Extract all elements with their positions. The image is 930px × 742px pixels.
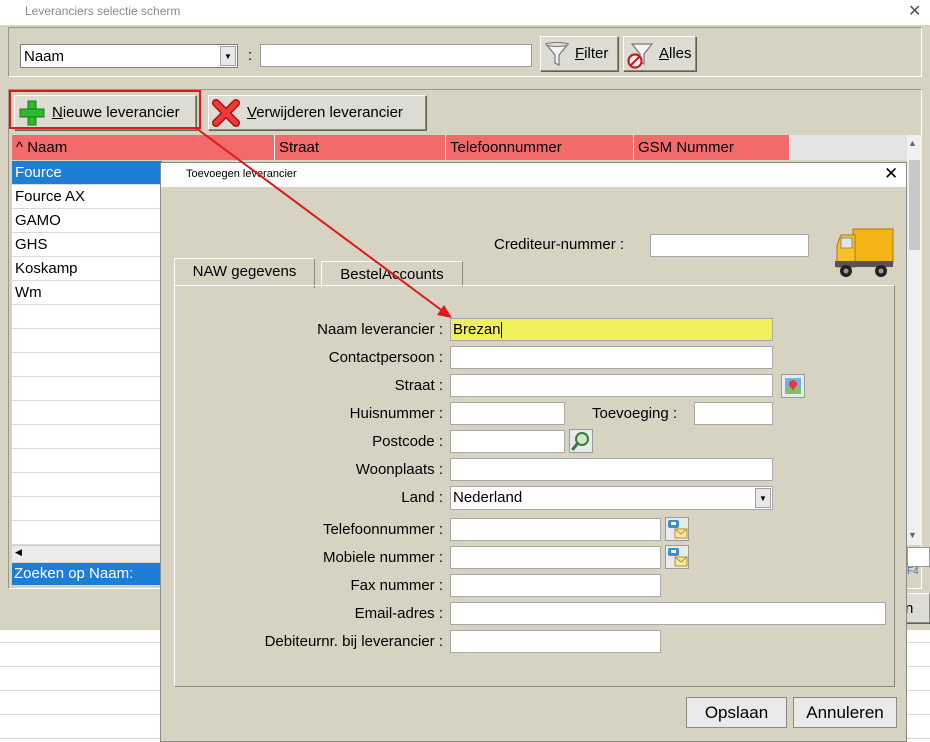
woonplaats-input[interactable] (450, 458, 773, 481)
map-pin-icon (785, 378, 801, 394)
debiteur-input[interactable] (450, 630, 661, 653)
table-row[interactable]: GAMO (12, 209, 162, 233)
delete-x-icon (212, 99, 240, 127)
tab-bestelaccounts[interactable]: BestelAccounts (321, 261, 463, 287)
dialog-titlebar: Toevoegen leverancier ✕ (161, 163, 906, 187)
grid-header: ^ Naam Straat Telefoonnummer GSM Nummer (12, 135, 907, 160)
scroll-down-icon[interactable]: ▼ (908, 530, 917, 540)
chevron-down-icon[interactable]: ▼ (755, 488, 771, 508)
scroll-up-icon[interactable]: ▲ (908, 138, 917, 148)
land-value: Nederland (453, 489, 523, 506)
contact-label: Contactpersoon : (328, 349, 443, 366)
toevoeging-input[interactable] (694, 402, 773, 425)
cancel-button[interactable]: Annuleren (793, 697, 897, 728)
telefoon-label: Telefoonnummer : (322, 521, 443, 538)
dialog-title: Toevoegen leverancier (186, 168, 297, 180)
filter-text-input[interactable] (260, 44, 532, 67)
empty-row (12, 473, 162, 497)
huisnummer-label: Huisnummer : (349, 405, 443, 422)
close-icon[interactable]: ✕ (884, 164, 898, 184)
filter-button-label: Filter (575, 45, 609, 62)
telefoon-input[interactable] (450, 518, 661, 541)
empty-row (12, 305, 162, 329)
naam-label: Naam leverancier : (317, 321, 443, 338)
postcode-input[interactable] (450, 430, 565, 453)
all-button[interactable]: Alles (623, 36, 696, 71)
funnel-icon (544, 42, 570, 66)
empty-row (12, 521, 162, 545)
empty-row (12, 401, 162, 425)
all-button-label: Alles (659, 45, 692, 62)
filter-field-select[interactable]: Naam ▼ (20, 44, 238, 68)
contact-input[interactable] (450, 346, 773, 369)
table-row[interactable]: Fource (12, 161, 162, 185)
annotation-highlight-box (9, 90, 201, 129)
mobiel-label: Mobiele nummer : (322, 549, 443, 566)
crediteur-label: Crediteur-nummer : (494, 236, 625, 253)
email-input[interactable] (450, 602, 886, 625)
postcode-label: Postcode : (372, 433, 443, 450)
fax-label: Fax nummer : (350, 577, 443, 594)
delete-supplier-button[interactable]: Verwijderen leverancier (208, 95, 426, 130)
save-button[interactable]: Opslaan (686, 697, 787, 728)
phone-mail-icon (668, 548, 688, 567)
empty-row (12, 497, 162, 521)
column-header-empty (790, 135, 907, 160)
crediteur-input[interactable] (650, 234, 809, 257)
huisnummer-input[interactable] (450, 402, 565, 425)
fax-input[interactable] (450, 574, 661, 597)
call-mobiel-button[interactable] (665, 545, 689, 569)
filter-separator: : (248, 47, 253, 64)
search-input-partial[interactable] (907, 547, 930, 567)
woonplaats-label: Woonplaats : (355, 461, 443, 478)
add-supplier-dialog: Toevoegen leverancier ✕ Crediteur-nummer… (160, 162, 907, 742)
straat-label: Straat : (394, 377, 443, 394)
truck-icon (835, 228, 894, 277)
naam-input[interactable]: Brezan (450, 318, 773, 341)
email-label: Email-adres : (354, 605, 443, 622)
phone-mail-icon (668, 520, 688, 539)
tab-naw-gegevens[interactable]: NAW gegevens (174, 258, 315, 288)
land-label: Land : (401, 489, 443, 506)
debiteur-label: Debiteurnr. bij leverancier : (264, 633, 443, 650)
postcode-lookup-button[interactable] (569, 429, 593, 453)
grid-body: Fource Fource AX GAMO GHS Koskamp Wm (12, 161, 162, 545)
column-header-gsm[interactable]: GSM Nummer (634, 135, 790, 160)
table-row[interactable]: Koskamp (12, 257, 162, 281)
empty-row (12, 449, 162, 473)
table-row[interactable]: Fource AX (12, 185, 162, 209)
straat-input[interactable] (450, 374, 773, 397)
column-header-telefoon[interactable]: Telefoonnummer (446, 135, 634, 160)
land-select[interactable]: Nederland ▼ (450, 486, 773, 510)
vertical-scroll-thumb[interactable] (909, 160, 920, 250)
call-telefoon-button[interactable] (665, 517, 689, 541)
f4-hint: F4 (907, 566, 919, 577)
empty-row (12, 425, 162, 449)
map-lookup-button[interactable] (781, 374, 805, 398)
search-by-name-label: Zoeken op Naam: (12, 563, 162, 585)
text-caret (500, 322, 502, 339)
magnifier-icon (571, 432, 589, 451)
scroll-left-icon[interactable]: ◀ (15, 547, 22, 558)
empty-row (12, 353, 162, 377)
filter-field-value: Naam (24, 48, 65, 65)
empty-row (12, 377, 162, 401)
mobiel-input[interactable] (450, 546, 661, 569)
close-icon[interactable]: ✕ (908, 1, 921, 21)
window-titlebar: Leveranciers selectie scherm ✕ (0, 0, 930, 25)
table-row[interactable]: GHS (12, 233, 162, 257)
filter-button[interactable]: Filter (540, 36, 618, 71)
column-header-straat[interactable]: Straat (275, 135, 446, 160)
window-title: Leveranciers selectie scherm (25, 4, 181, 18)
clear-filter-icon (627, 43, 654, 69)
toevoeging-label: Toevoeging : (592, 405, 678, 422)
delete-supplier-label: Verwijderen leverancier (247, 104, 403, 121)
table-row[interactable]: Wm (12, 281, 162, 305)
empty-row (12, 329, 162, 353)
column-header-naam[interactable]: ^ Naam (12, 135, 275, 160)
horizontal-scrollbar[interactable]: ◀ (12, 545, 162, 562)
chevron-down-icon[interactable]: ▼ (220, 46, 236, 66)
